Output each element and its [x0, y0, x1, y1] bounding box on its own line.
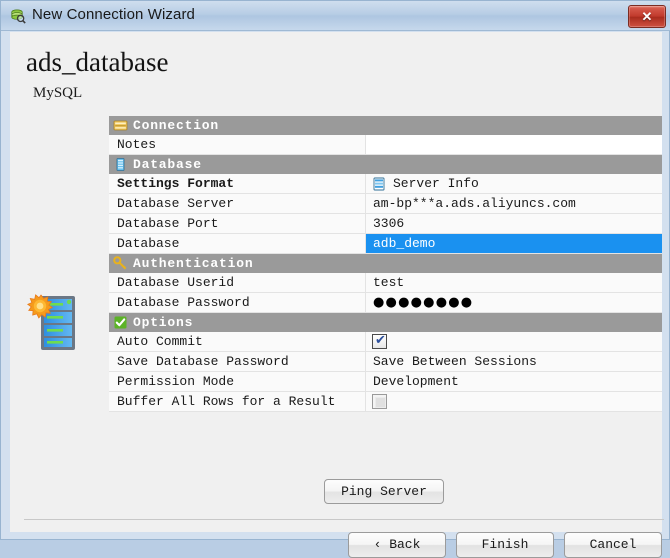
permission-mode-field[interactable]: Development — [365, 372, 662, 391]
key-icon — [113, 256, 128, 271]
database-userid-field[interactable]: test — [365, 273, 662, 292]
row-label: Permission Mode — [117, 374, 235, 389]
section-header-connection: Connection — [109, 116, 662, 135]
database-server-field[interactable]: am-bp***a.ads.aliyuncs.com — [365, 194, 662, 213]
row-database[interactable]: Database adb_demo — [109, 234, 662, 254]
settings-format-field[interactable]: Server Info — [365, 174, 662, 193]
database-password-field[interactable]: ●●●●●●●● — [365, 293, 662, 312]
ping-server-button[interactable]: Ping Server — [324, 479, 444, 504]
wizard-content-panel: ads_database MySQL Connection Notes Data… — [10, 32, 664, 558]
checkmark-icon: ✔ — [375, 333, 386, 348]
row-label: Database Password — [117, 295, 250, 310]
row-label: Buffer All Rows for a Result — [117, 394, 336, 409]
row-value: Development — [373, 374, 459, 389]
row-label: Database — [117, 236, 180, 251]
section-title: Options — [133, 315, 194, 330]
row-database-userid[interactable]: Database Userid test — [109, 273, 662, 293]
auto-commit-cell[interactable]: ✔ — [365, 332, 662, 351]
row-auto-commit[interactable]: Auto Commit ✔ — [109, 332, 662, 352]
server-new-icon — [22, 290, 88, 356]
cancel-button[interactable]: Cancel — [564, 532, 662, 558]
row-database-port[interactable]: Database Port 3306 — [109, 214, 662, 234]
row-label: Database Port — [117, 216, 219, 231]
save-database-password-field[interactable]: Save Between Sessions — [365, 352, 662, 371]
close-button[interactable]: ✕ — [628, 5, 666, 28]
row-label: Settings Format — [117, 176, 235, 191]
row-database-server[interactable]: Database Server am-bp***a.ads.aliyuncs.c… — [109, 194, 662, 214]
row-buffer-all-rows[interactable]: Buffer All Rows for a Result — [109, 392, 662, 412]
page-subtitle: MySQL — [33, 85, 83, 101]
row-database-password[interactable]: Database Password ●●●●●●●● — [109, 293, 662, 313]
notes-input[interactable] — [365, 135, 662, 154]
server-info-icon — [372, 177, 386, 191]
row-value: 3306 — [373, 216, 405, 231]
page-title: ads_database — [26, 47, 169, 77]
section-title: Connection — [133, 118, 220, 133]
row-value: ●●●●●●●● — [373, 295, 474, 310]
database-field[interactable]: adb_demo — [365, 234, 662, 253]
database-port-field[interactable]: 3306 — [365, 214, 662, 233]
database-icon — [113, 157, 128, 172]
row-label: Database Server — [117, 196, 235, 211]
window-title: New Connection Wizard — [32, 6, 195, 23]
connection-property-grid: Connection Notes Database Settings Forma… — [109, 116, 662, 412]
back-button[interactable]: ‹ Back — [348, 532, 446, 558]
row-label: Save Database Password — [117, 354, 289, 369]
row-permission-mode[interactable]: Permission Mode Development — [109, 372, 662, 392]
section-header-options: Options — [109, 313, 662, 332]
checkbox-inner — [375, 397, 386, 408]
row-notes[interactable]: Notes — [109, 135, 662, 155]
row-value: test — [373, 275, 405, 290]
section-title: Authentication — [133, 256, 254, 271]
row-label: Database Userid — [117, 275, 235, 290]
section-header-authentication: Authentication — [109, 254, 662, 273]
row-label: Notes — [117, 137, 157, 152]
row-label: Auto Commit — [117, 334, 203, 349]
row-value: am-bp***a.ads.aliyuncs.com — [373, 196, 576, 211]
auto-commit-checkbox[interactable]: ✔ — [372, 333, 387, 349]
row-value: Server Info — [393, 176, 479, 191]
row-save-database-password[interactable]: Save Database Password Save Between Sess… — [109, 352, 662, 372]
connection-icon — [113, 118, 128, 133]
new-connection-wizard-window: New Connection Wizard ✕ ads_database MyS… — [0, 0, 670, 558]
finish-button[interactable]: Finish — [456, 532, 554, 558]
row-value: adb_demo — [373, 236, 436, 251]
database-search-icon — [10, 8, 26, 24]
row-value: Save Between Sessions — [373, 354, 537, 369]
row-settings-format[interactable]: Settings Format Server Info — [109, 174, 662, 194]
check-icon — [113, 315, 128, 330]
close-icon: ✕ — [641, 9, 653, 24]
buffer-all-rows-checkbox[interactable] — [372, 394, 387, 409]
section-title: Database — [133, 157, 202, 172]
section-header-database: Database — [109, 155, 662, 174]
title-bar: New Connection Wizard ✕ — [1, 1, 670, 31]
footer-divider — [24, 519, 664, 520]
buffer-all-rows-cell[interactable] — [365, 392, 662, 411]
